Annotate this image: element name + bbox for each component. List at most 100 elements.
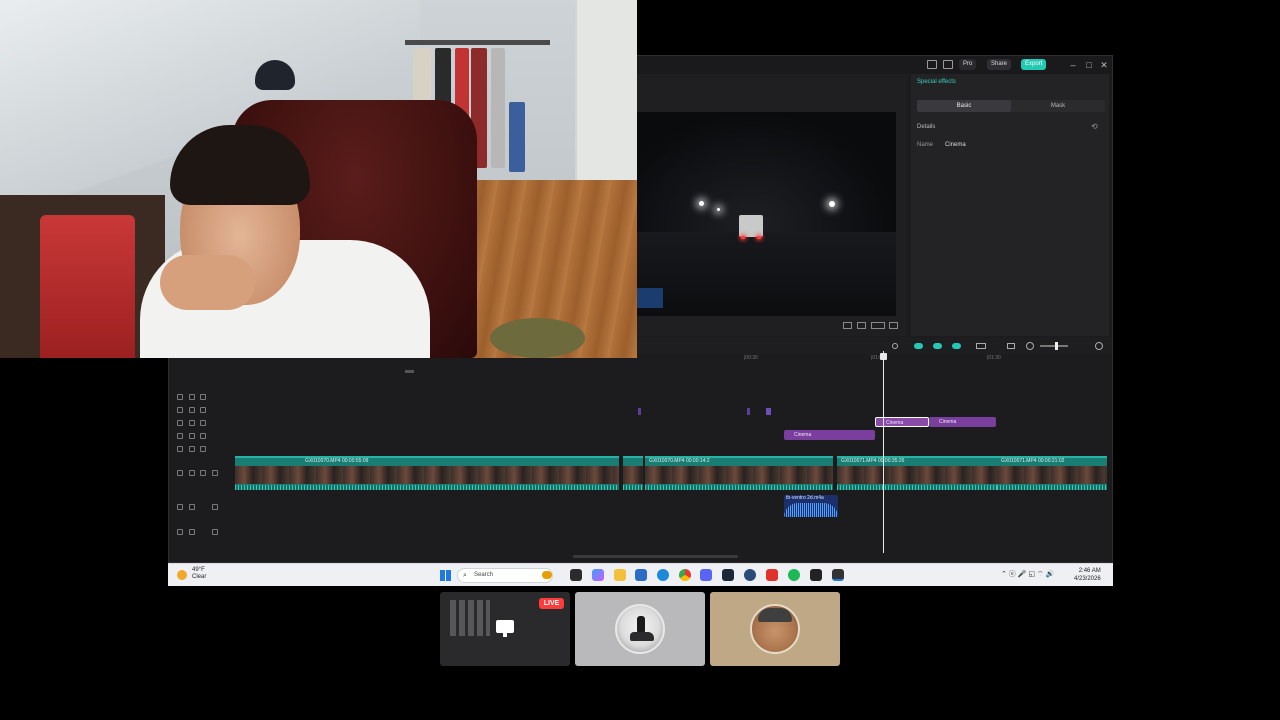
weather-icon[interactable] [177,570,187,580]
fullscreen-icon[interactable] [889,322,898,329]
video-overlay-sign [637,288,663,308]
player-controls [637,316,898,336]
ruler-tick: |01:30 [987,355,1001,361]
eye-icon[interactable] [200,470,206,476]
webcam-rug [490,318,585,358]
track-header [169,405,235,417]
video-clip[interactable] [623,456,643,490]
track-header [169,418,235,430]
red-app-icon[interactable] [766,569,778,581]
search-highlight-icon[interactable] [542,571,552,579]
lock-icon[interactable] [189,470,195,476]
pro-button[interactable]: Pro [959,59,977,70]
effect-marker[interactable] [766,408,771,415]
copilot-icon[interactable] [592,569,604,581]
steam-icon[interactable] [722,569,734,581]
eye-icon[interactable] [200,394,206,400]
zoom-slider-handle[interactable] [1055,342,1058,350]
mic-icon[interactable] [892,343,898,349]
track-header-audio [169,527,235,539]
volume-icon[interactable] [212,504,218,510]
windows-taskbar: 49°F Clear ⌕ Search ⌃ ⓔ 🎤 ◱ ⌔ 🔊 2:46 AM … [168,563,1113,586]
monitor-icon[interactable] [943,60,953,69]
effect-marker[interactable] [747,408,750,415]
eye-icon[interactable] [200,420,206,426]
effect-marker[interactable] [638,408,641,415]
participant-tile-screen-share[interactable]: LIVE [440,592,570,666]
taskbar-search[interactable]: ⌕ Search [457,568,553,583]
steam-client-icon[interactable] [744,569,756,581]
zoom-in-icon[interactable] [1095,342,1103,350]
discord-icon[interactable] [700,569,712,581]
audio-clip-label: tb-ventro 2d.m4a [786,495,824,501]
edge-icon[interactable] [657,569,669,581]
windows-start-icon[interactable] [440,570,451,581]
playhead-handle[interactable] [880,353,887,360]
spotify-icon[interactable] [788,569,800,581]
minimize-button[interactable]: – [1067,58,1079,72]
video-clip[interactable]: GX010070.MP4 00:00:14:2 [645,456,833,490]
zoom-out-icon[interactable] [1026,342,1034,350]
clip-label: GX010070.MP4 00:00:55:09 [305,458,369,464]
task-view-icon[interactable] [570,569,582,581]
file-explorer-icon[interactable] [614,569,626,581]
capcut-active-icon[interactable] [832,569,844,581]
chrome-icon[interactable] [679,569,691,581]
export-button[interactable]: Export [1021,59,1047,70]
audio-waveform [784,503,838,517]
zoom-slider[interactable] [1040,345,1068,347]
weather-widget[interactable]: 49°F Clear [192,567,206,581]
participant-tile-2[interactable] [575,592,705,666]
snap-icon[interactable] [952,343,961,349]
tab-mask[interactable]: Mask [1011,100,1105,112]
link-icon[interactable] [914,343,923,349]
video-clip[interactable]: GX010071.MP4 00:00:35:26 [837,456,997,490]
webcam-jersey [40,215,135,358]
taskbar-clock[interactable]: 2:46 AM 4/23/2026 [1074,567,1101,583]
lock-icon[interactable] [189,433,195,439]
playhead-line[interactable] [883,351,884,553]
lock-icon[interactable] [189,446,195,452]
avatar-car-icon [630,632,654,641]
reset-icon[interactable]: ⟲ [1091,122,1098,131]
lock-icon[interactable] [189,529,195,535]
effect-clip[interactable]: Cinema [929,417,996,427]
timeline-scrollbar[interactable] [573,555,738,558]
volume-icon[interactable] [212,529,218,535]
clock-time: 2:46 AM [1078,568,1101,574]
lock-icon[interactable] [189,394,195,400]
tab-basic[interactable]: Basic [917,100,1011,112]
audio-track-icon [177,529,183,535]
ratio-icon[interactable] [871,322,885,329]
lock-icon[interactable] [189,407,195,413]
details-label[interactable]: Details [917,124,935,130]
video-clip[interactable]: GX010071.MP4 00:00:21:02 [997,456,1107,490]
clip-label: GX010070.MP4 00:00:14:2 [649,458,710,464]
lock-icon[interactable] [189,420,195,426]
quality-icon[interactable] [843,322,852,329]
close-button[interactable]: ✕ [1098,58,1110,72]
audio-icon[interactable] [212,470,218,476]
maximize-button[interactable]: □ [1083,58,1095,72]
eye-icon[interactable] [200,446,206,452]
capcut-icon[interactable] [810,569,822,581]
caption-icon[interactable] [1007,343,1015,349]
share-button[interactable]: Share [987,59,1012,70]
lock-icon[interactable] [189,504,195,510]
video-clip[interactable]: GX010070.MP4 00:00:55:09 [235,456,619,490]
effect-clip[interactable]: Cinema [784,430,875,440]
video-preview[interactable] [637,112,896,316]
audio-clip[interactable]: tb-ventro 2d.m4a [784,495,838,517]
preview-axis-icon[interactable] [976,343,986,349]
participant-tile-3[interactable] [710,592,840,666]
system-tray[interactable]: ⌃ ⓔ 🎤 ◱ ⌔ 🔊 [1001,569,1054,579]
store-icon[interactable] [635,569,647,581]
avatar-cap [758,608,792,622]
eye-icon[interactable] [200,407,206,413]
layout-icon[interactable] [927,60,937,69]
magnet-icon[interactable] [933,343,942,349]
eye-icon[interactable] [200,433,206,439]
track-header-main [169,468,235,480]
panel-title: Special effects [917,79,956,85]
crop-icon[interactable] [857,322,866,329]
